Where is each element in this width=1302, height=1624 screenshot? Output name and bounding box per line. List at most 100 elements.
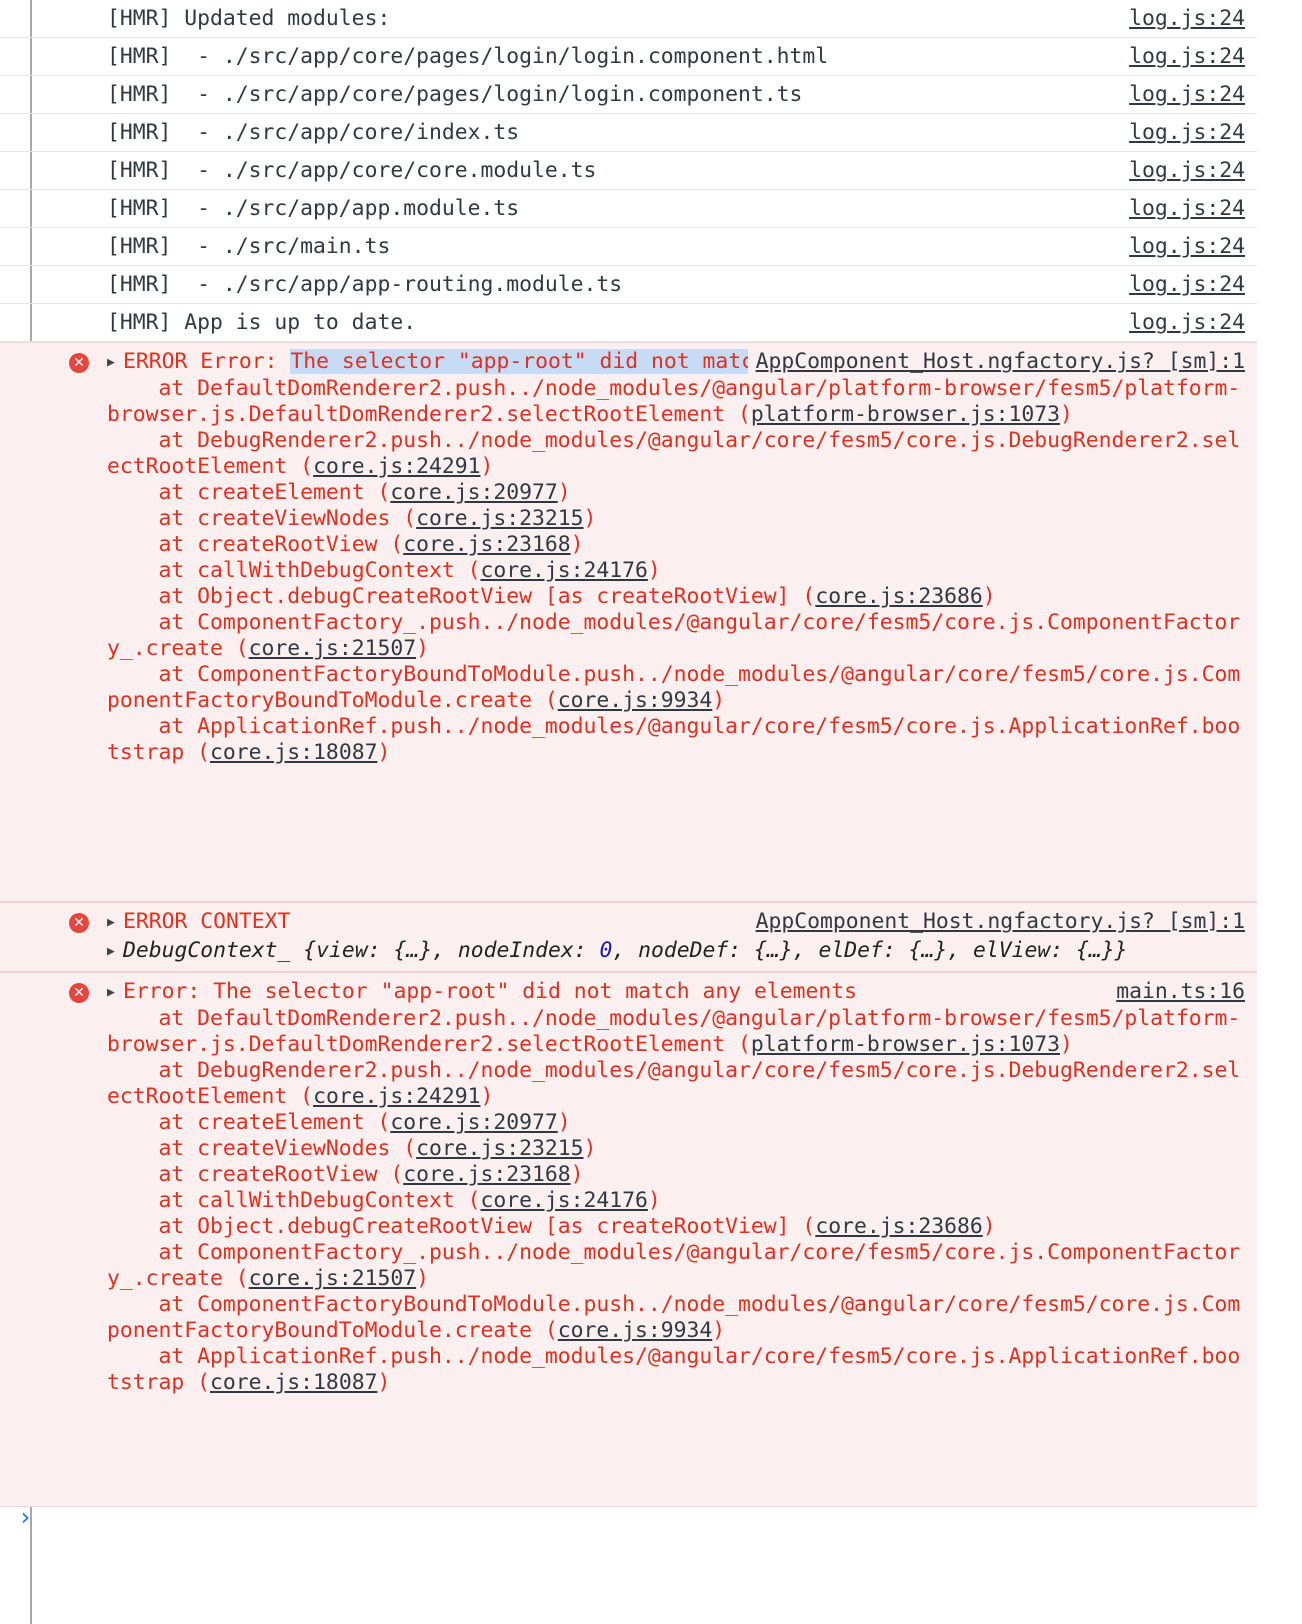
log-source-link[interactable]: log.js:24 [1129, 190, 1245, 228]
stack-frame-link[interactable]: core.js:21507 [249, 1266, 416, 1291]
stack-frame-link[interactable]: core.js:18087 [210, 1370, 377, 1395]
error-context-message[interactable]: ✕ AppComponent_Host.ngfactory.js? [sm]:1… [0, 902, 1257, 972]
error-icon: ✕ [69, 913, 89, 933]
stack-frame-text: at createViewNodes ( [107, 506, 417, 531]
expand-triangle-icon[interactable]: ▶ [107, 910, 123, 936]
log-source-link[interactable]: log.js:24 [1129, 266, 1245, 304]
stack-frame-close: ) [557, 1110, 571, 1135]
prompt-chevron-icon[interactable]: › [18, 1503, 32, 1531]
error-source-link[interactable]: AppComponent_Host.ngfactory.js? [sm]:1 [747, 909, 1245, 935]
stack-frame: at DefaultDomRenderer2.push../node_modul… [107, 376, 1245, 428]
stack-frame: at createViewNodes (core.js:23215) [107, 506, 1245, 532]
stack-frame-link[interactable]: platform-browser.js:1073 [751, 402, 1060, 427]
log-row: [HMR] Updated modules: log.js:24 [0, 0, 1257, 38]
stack-frame: at Object.debugCreateRootView [as create… [107, 1214, 1245, 1240]
stack-frame-text: at Object.debugCreateRootView [as create… [107, 584, 816, 609]
stack-frame-link[interactable]: platform-browser.js:1073 [751, 1032, 1060, 1057]
stack-frame: at callWithDebugContext (core.js:24176) [107, 558, 1245, 584]
stack-frame: at ApplicationRef.push../node_modules/@a… [107, 714, 1245, 766]
stack-frame: at DefaultDomRenderer2.push../node_modul… [107, 1006, 1245, 1058]
console-output: [HMR] Updated modules: log.js:24 [HMR] - .… [0, 0, 1257, 1507]
stack-frame: at ApplicationRef.push../node_modules/@a… [107, 1344, 1245, 1396]
stack-frame-text: at DebugRenderer2.push../node_modules/@a… [107, 428, 1241, 479]
stack-frame-link[interactable]: core.js:23168 [403, 532, 570, 557]
stack-frame-close: ) [1060, 1032, 1073, 1057]
expand-triangle-icon[interactable]: ▶ [107, 980, 123, 1006]
log-source-link[interactable]: log.js:24 [1129, 0, 1245, 38]
stack-frame-link[interactable]: core.js:20977 [390, 480, 557, 505]
log-source-link[interactable]: log.js:24 [1129, 304, 1245, 342]
log-row: [HMR] - ./src/app/core/pages/login/login… [0, 76, 1257, 114]
stack-frame-close: ) [377, 1370, 391, 1395]
stack-frame-link[interactable]: core.js:20977 [390, 1110, 557, 1135]
stack-frame-close: ) [480, 1084, 494, 1109]
stack-frame-text: at DebugRenderer2.push../node_modules/@a… [107, 1058, 1241, 1109]
error-source-link[interactable]: main.ts:16 [1108, 979, 1245, 1005]
stack-frame: at createRootView (core.js:23168) [107, 1162, 1245, 1188]
stack-frame-close: ) [712, 688, 726, 713]
stack-frame-link[interactable]: core.js:23215 [416, 506, 583, 531]
log-text: [HMR] - ./src/app/core/pages/login/login… [107, 44, 829, 69]
log-source-link[interactable]: log.js:24 [1129, 114, 1245, 152]
stack-frame-close: ) [416, 1266, 429, 1291]
log-text: [HMR] App is up to date. [107, 310, 417, 335]
stack-frame-link[interactable]: core.js:23168 [403, 1162, 570, 1187]
stack-frame-link[interactable]: core.js:23686 [815, 1214, 982, 1239]
error-icon: ✕ [69, 983, 89, 1003]
stack-frame-close: ) [583, 506, 597, 531]
stack-frame-link[interactable]: core.js:21507 [249, 636, 416, 661]
error-icon: ✕ [69, 353, 89, 373]
log-row: [HMR] - ./src/app/core/index.ts log.js:24 [0, 114, 1257, 152]
log-source-link[interactable]: log.js:24 [1129, 228, 1245, 266]
stack-frame-link[interactable]: core.js:24176 [480, 1188, 647, 1213]
stack-frame-close: ) [647, 558, 661, 583]
debug-context-object[interactable]: ▶ DebugContext_ {view: {…}, nodeIndex: 0,… [107, 936, 1245, 967]
log-row: [HMR] App is up to date. log.js:24 [0, 304, 1257, 342]
expand-triangle-icon[interactable]: ▶ [107, 350, 123, 376]
stack-frame-link[interactable]: core.js:24291 [313, 1084, 480, 1109]
stack-frame: at ComponentFactoryBoundToModule.push../… [107, 662, 1245, 714]
log-source-link[interactable]: log.js:24 [1129, 152, 1245, 190]
stack-frame: at ComponentFactory_.push../node_modules… [107, 1240, 1245, 1292]
log-text: [HMR] Updated modules: [107, 6, 391, 31]
stack-frame-text: at createElement ( [107, 480, 391, 505]
stack-frame-close: ) [712, 1318, 726, 1343]
stack-frame-close: ) [377, 740, 391, 765]
stack-frame: at createRootView (core.js:23168) [107, 532, 1245, 558]
stack-frame-close: ) [570, 1162, 584, 1187]
log-text: [HMR] - ./src/app/core/index.ts [107, 120, 520, 145]
stack-frame-link[interactable]: core.js:9934 [558, 688, 713, 713]
stack-frame-link[interactable]: core.js:9934 [558, 1318, 713, 1343]
stack-frame-close: ) [570, 532, 584, 557]
stack-frame-text: at createElement ( [107, 1110, 391, 1135]
stack-frame-link[interactable]: core.js:24176 [480, 558, 647, 583]
error-message-main[interactable]: ✕ main.ts:16 ▶ Error: The selector "app-r… [0, 972, 1257, 1507]
stack-frame: at DebugRenderer2.push../node_modules/@a… [107, 428, 1245, 480]
expand-triangle-icon[interactable]: ▶ [107, 937, 123, 967]
stack-frame-close: ) [480, 454, 494, 479]
stack-frame-link[interactable]: core.js:24291 [313, 454, 480, 479]
stack-frame-link[interactable]: core.js:23686 [815, 584, 982, 609]
log-text: [HMR] - ./src/app/app.module.ts [107, 196, 520, 221]
error-title: ▶ Error: The selector "app-root" did not … [107, 979, 858, 1006]
stack-frame-text: at createRootView ( [107, 532, 404, 557]
error-message-angular[interactable]: ✕ AppComponent_Host.ngfactory.js? [sm]:1… [0, 342, 1257, 902]
stack-frame: at createElement (core.js:20977) [107, 1110, 1245, 1136]
stack-frame: at Object.debugCreateRootView [as create… [107, 584, 1245, 610]
log-source-link[interactable]: log.js:24 [1129, 38, 1245, 76]
stack-frame: at ComponentFactoryBoundToModule.push../… [107, 1292, 1245, 1344]
stack-frame-link[interactable]: core.js:18087 [210, 740, 377, 765]
stack-frame-text: at callWithDebugContext ( [107, 1188, 481, 1213]
stack-frame-close: ) [982, 1214, 996, 1239]
stack-frame-close: ) [557, 480, 571, 505]
log-source-link[interactable]: log.js:24 [1129, 76, 1245, 114]
error-source-link[interactable]: AppComponent_Host.ngfactory.js? [sm]:1 [747, 349, 1245, 375]
stack-frame-text: at Object.debugCreateRootView [as create… [107, 1214, 816, 1239]
stack-frame-close: ) [982, 584, 996, 609]
stack-frame: at DebugRenderer2.push../node_modules/@a… [107, 1058, 1245, 1110]
log-text: [HMR] - ./src/app/core/pages/login/login… [107, 82, 803, 107]
stack-frame: at createElement (core.js:20977) [107, 480, 1245, 506]
log-text: [HMR] - ./src/main.ts [107, 234, 391, 259]
log-row: [HMR] - ./src/app/app.module.ts log.js:24 [0, 190, 1257, 228]
stack-frame-link[interactable]: core.js:23215 [416, 1136, 583, 1161]
